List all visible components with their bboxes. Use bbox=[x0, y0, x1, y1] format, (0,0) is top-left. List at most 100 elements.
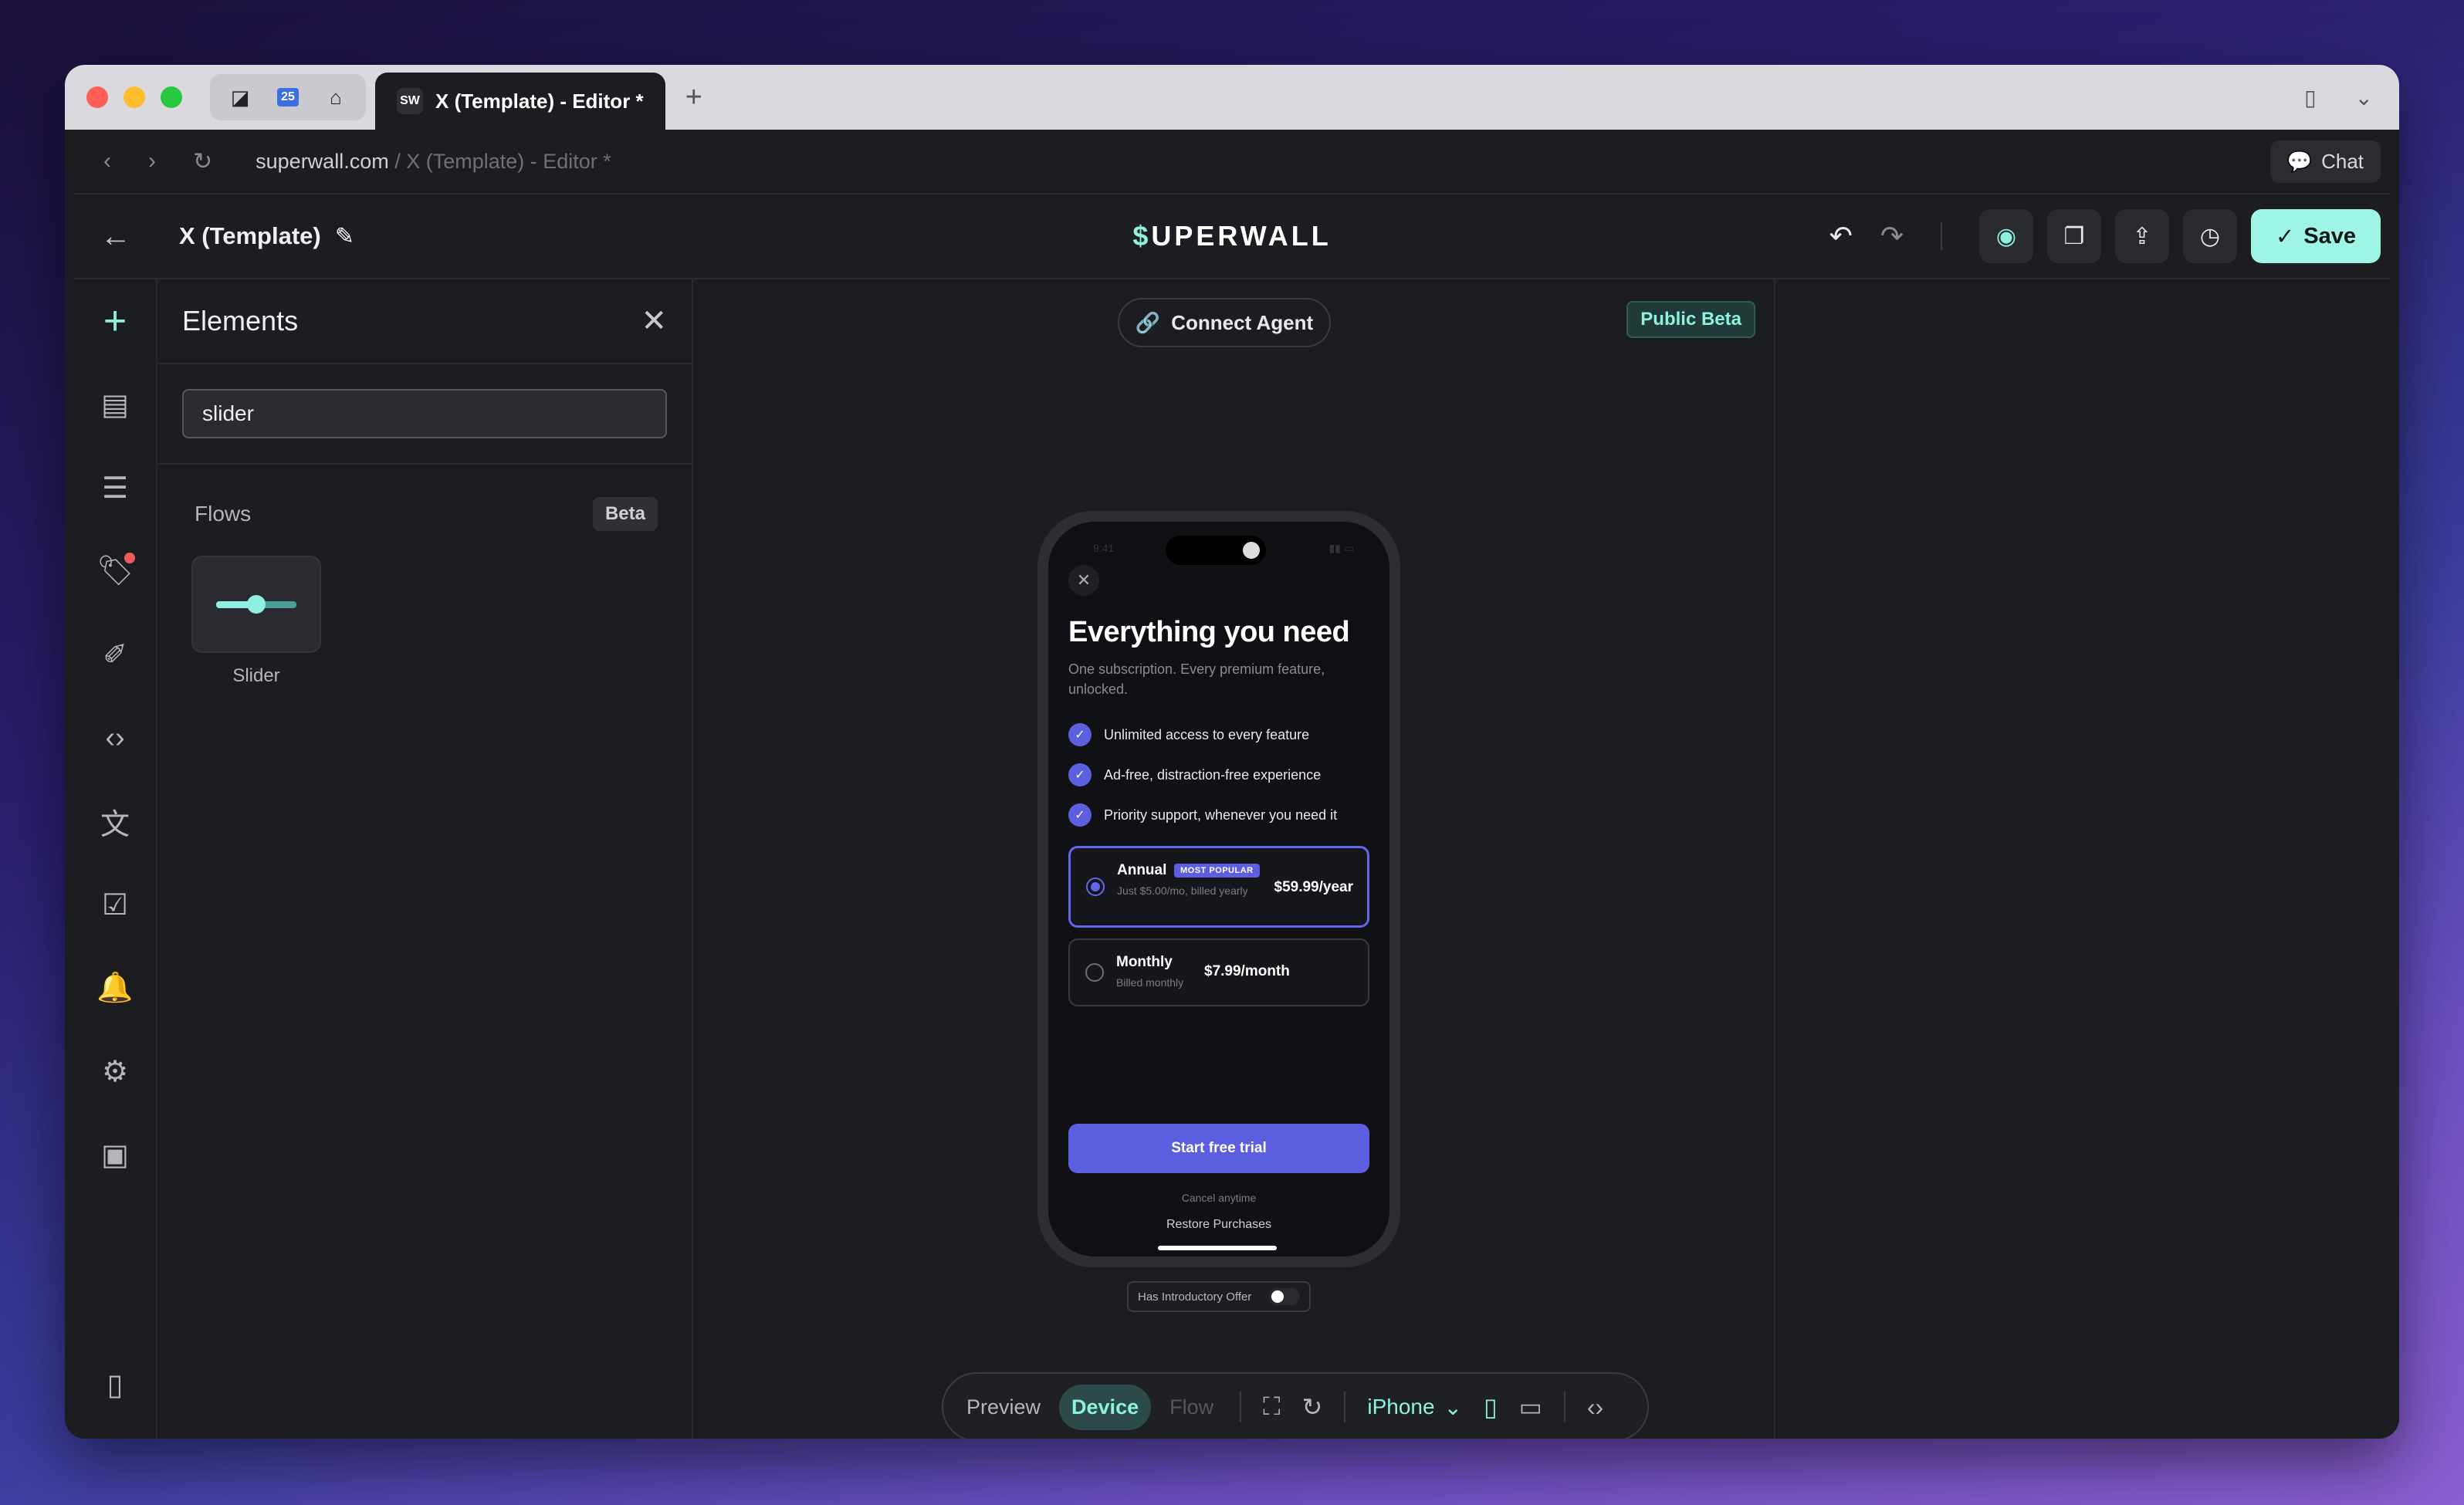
connect-agent-button[interactable]: 🔗 Connect Agent bbox=[1118, 298, 1331, 347]
paywall-close-icon[interactable]: ✕ bbox=[1068, 565, 1099, 596]
device-select-label: iPhone bbox=[1367, 1395, 1435, 1419]
duplicate-icon[interactable]: ❐ bbox=[2047, 209, 2101, 263]
notification-dot bbox=[124, 553, 135, 563]
document-title: X (Template) bbox=[179, 222, 321, 249]
fullscreen-icon[interactable]: ⛶ bbox=[1255, 1392, 1288, 1422]
plan-name: Monthly bbox=[1116, 954, 1173, 970]
url-field[interactable]: superwall.com / X (Template) - Editor * bbox=[256, 150, 611, 174]
tile-card[interactable] bbox=[191, 556, 321, 653]
chat-button[interactable]: 💬 Chat bbox=[2269, 140, 2381, 183]
toolbar-actions: ↶ ↷ ◉ ❐ ⇪ ◷ ✓ Save bbox=[1829, 209, 2381, 263]
save-label: Save bbox=[2303, 223, 2357, 249]
panel-header: Elements ✕ bbox=[157, 279, 692, 364]
chat-bubble-icon: 💬 bbox=[2286, 149, 2313, 173]
code-view-icon[interactable]: ‹› bbox=[1579, 1393, 1611, 1422]
reload-icon[interactable]: ↻ bbox=[193, 148, 212, 175]
settings-gear-icon[interactable]: ⚙ bbox=[73, 1030, 157, 1113]
cancel-note: Cancel anytime bbox=[1181, 1192, 1257, 1204]
elements-search-input[interactable] bbox=[182, 389, 667, 438]
maximize-window-button[interactable] bbox=[161, 86, 182, 108]
refresh-icon[interactable]: ↻ bbox=[1295, 1392, 1331, 1422]
search-section bbox=[157, 364, 692, 465]
plan-price: $7.99/month bbox=[1204, 963, 1290, 979]
sidebar-toggle-icon[interactable]: ▯ bbox=[2304, 85, 2316, 110]
divider bbox=[1563, 1392, 1565, 1422]
add-icon[interactable]: + bbox=[73, 279, 157, 363]
elements-panel: Elements ✕ Flows Beta Slider bbox=[157, 279, 693, 1439]
most-popular-badge: MOST POPULAR bbox=[1174, 864, 1260, 878]
layout-icon[interactable]: ▤ bbox=[73, 363, 157, 446]
variables-icon[interactable]: ☰ bbox=[73, 446, 157, 529]
history-clock-icon[interactable]: ◷ bbox=[2183, 209, 2237, 263]
feature-item[interactable]: ✓ Ad-free, distraction-free experience bbox=[1068, 755, 1337, 795]
notifications-bell-icon[interactable]: 🔔 bbox=[73, 946, 157, 1030]
checklist-icon[interactable]: ☑ bbox=[73, 863, 157, 946]
tab-strip-right: ▯ ⌄ bbox=[2304, 85, 2373, 110]
code-icon[interactable]: ‹› bbox=[73, 696, 157, 780]
check-icon: ✓ bbox=[2275, 224, 2295, 249]
browser-window: ◪ 25 ⌂ SW X (Template) - Editor * + ▯ ⌄ … bbox=[65, 65, 2399, 1439]
address-bar: ‹ › ↻ superwall.com / X (Template) - Edi… bbox=[74, 130, 2390, 194]
plan-name: Annual bbox=[1117, 862, 1167, 878]
products-tag-icon[interactable]: 🏷 bbox=[73, 529, 157, 613]
panel-toggle-icon[interactable]: ▯ bbox=[73, 1343, 157, 1426]
undo-icon[interactable]: ↶ bbox=[1829, 220, 1853, 252]
mode-device-tab[interactable]: Device bbox=[1059, 1384, 1152, 1430]
slider-icon bbox=[216, 595, 296, 614]
new-tab-button[interactable]: + bbox=[685, 81, 702, 114]
localization-icon[interactable]: 文 bbox=[73, 780, 157, 863]
mode-preview-tab[interactable]: Preview bbox=[954, 1385, 1053, 1430]
public-beta-badge: Public Beta bbox=[1626, 301, 1755, 338]
paywall-title[interactable]: Everything you need bbox=[1068, 616, 1350, 649]
restore-purchases-link[interactable]: Restore Purchases bbox=[1048, 1218, 1389, 1232]
feature-list: ✓ Unlimited access to every feature ✓ Ad-f… bbox=[1068, 715, 1337, 835]
chevron-down-icon[interactable]: ⌄ bbox=[2355, 85, 2373, 110]
minimize-window-button[interactable] bbox=[124, 86, 145, 108]
share-icon[interactable]: ⇪ bbox=[2115, 209, 2169, 263]
active-tab[interactable]: SW X (Template) - Editor * bbox=[375, 73, 665, 130]
home-icon[interactable]: ⌂ bbox=[316, 80, 355, 114]
plan-option-monthly[interactable]: Monthly Billed monthly $7.99/month bbox=[1068, 939, 1369, 1006]
plan-detail: Billed monthly bbox=[1116, 976, 1184, 989]
close-icon[interactable]: ✕ bbox=[641, 303, 667, 339]
pencil-icon[interactable]: ✎ bbox=[335, 223, 354, 250]
redo-icon[interactable]: ↷ bbox=[1880, 220, 1904, 252]
divider bbox=[1240, 1392, 1242, 1422]
app-icon[interactable]: ◪ bbox=[221, 80, 259, 114]
paywall-screen: 9:41 ▮▮ ▭ ✕ Everything you need One subs… bbox=[1048, 522, 1389, 1256]
back-icon[interactable]: ‹ bbox=[103, 148, 111, 175]
panel-title: Elements bbox=[182, 305, 299, 337]
url-path: / X (Template) - Editor * bbox=[388, 149, 611, 173]
editor-toolbar: ← X (Template) ✎ $UPERWALL ↶ ↷ ◉ ❐ ⇪ ◷ ✓… bbox=[74, 194, 2390, 279]
start-free-trial-button[interactable]: Start free trial bbox=[1068, 1124, 1369, 1173]
history-controls: ↶ ↷ bbox=[1829, 220, 1904, 252]
toggle-switch[interactable] bbox=[1269, 1288, 1300, 1305]
nav-controls: ‹ › ↻ bbox=[103, 148, 212, 175]
intro-offer-toggle[interactable]: Has Introductory Offer bbox=[1127, 1281, 1311, 1312]
theme-brush-icon[interactable]: ✐ bbox=[73, 613, 157, 696]
dynamic-island bbox=[1166, 536, 1266, 565]
link-icon: 🔗 bbox=[1135, 310, 1161, 334]
save-button[interactable]: ✓ Save bbox=[2251, 209, 2381, 263]
superwall-logo: $UPERWALL bbox=[1132, 220, 1332, 252]
portrait-orientation-icon[interactable]: ▯ bbox=[1476, 1392, 1505, 1422]
calendar-icon[interactable]: 25 bbox=[269, 80, 307, 114]
close-window-button[interactable] bbox=[86, 86, 108, 108]
back-arrow-icon[interactable]: ← bbox=[74, 219, 157, 254]
window-controls bbox=[86, 86, 182, 108]
chevron-down-icon: ⌄ bbox=[1444, 1395, 1462, 1419]
superwall-favicon-icon: SW bbox=[397, 88, 423, 114]
preview-eye-icon[interactable]: ◉ bbox=[1979, 209, 2033, 263]
plan-option-annual[interactable]: Annual MOST POPULAR Just $5.00/mo, bille… bbox=[1068, 846, 1369, 928]
feature-item[interactable]: ✓ Unlimited access to every feature bbox=[1068, 715, 1337, 755]
landscape-orientation-icon[interactable]: ▭ bbox=[1511, 1392, 1550, 1422]
forward-icon[interactable]: › bbox=[148, 148, 156, 175]
device-select[interactable]: iPhone ⌄ bbox=[1359, 1395, 1470, 1420]
connect-agent-label: Connect Agent bbox=[1171, 310, 1314, 334]
terminal-icon[interactable]: ▣ bbox=[73, 1113, 157, 1196]
mode-flow-tab[interactable]: Flow bbox=[1157, 1385, 1226, 1430]
element-tile-slider[interactable]: Slider bbox=[191, 556, 321, 687]
feature-item[interactable]: ✓ Priority support, whenever you need it bbox=[1068, 795, 1337, 835]
paywall-subtitle[interactable]: One subscription. Every premium feature,… bbox=[1068, 659, 1362, 699]
radio-selected-icon bbox=[1086, 878, 1105, 896]
